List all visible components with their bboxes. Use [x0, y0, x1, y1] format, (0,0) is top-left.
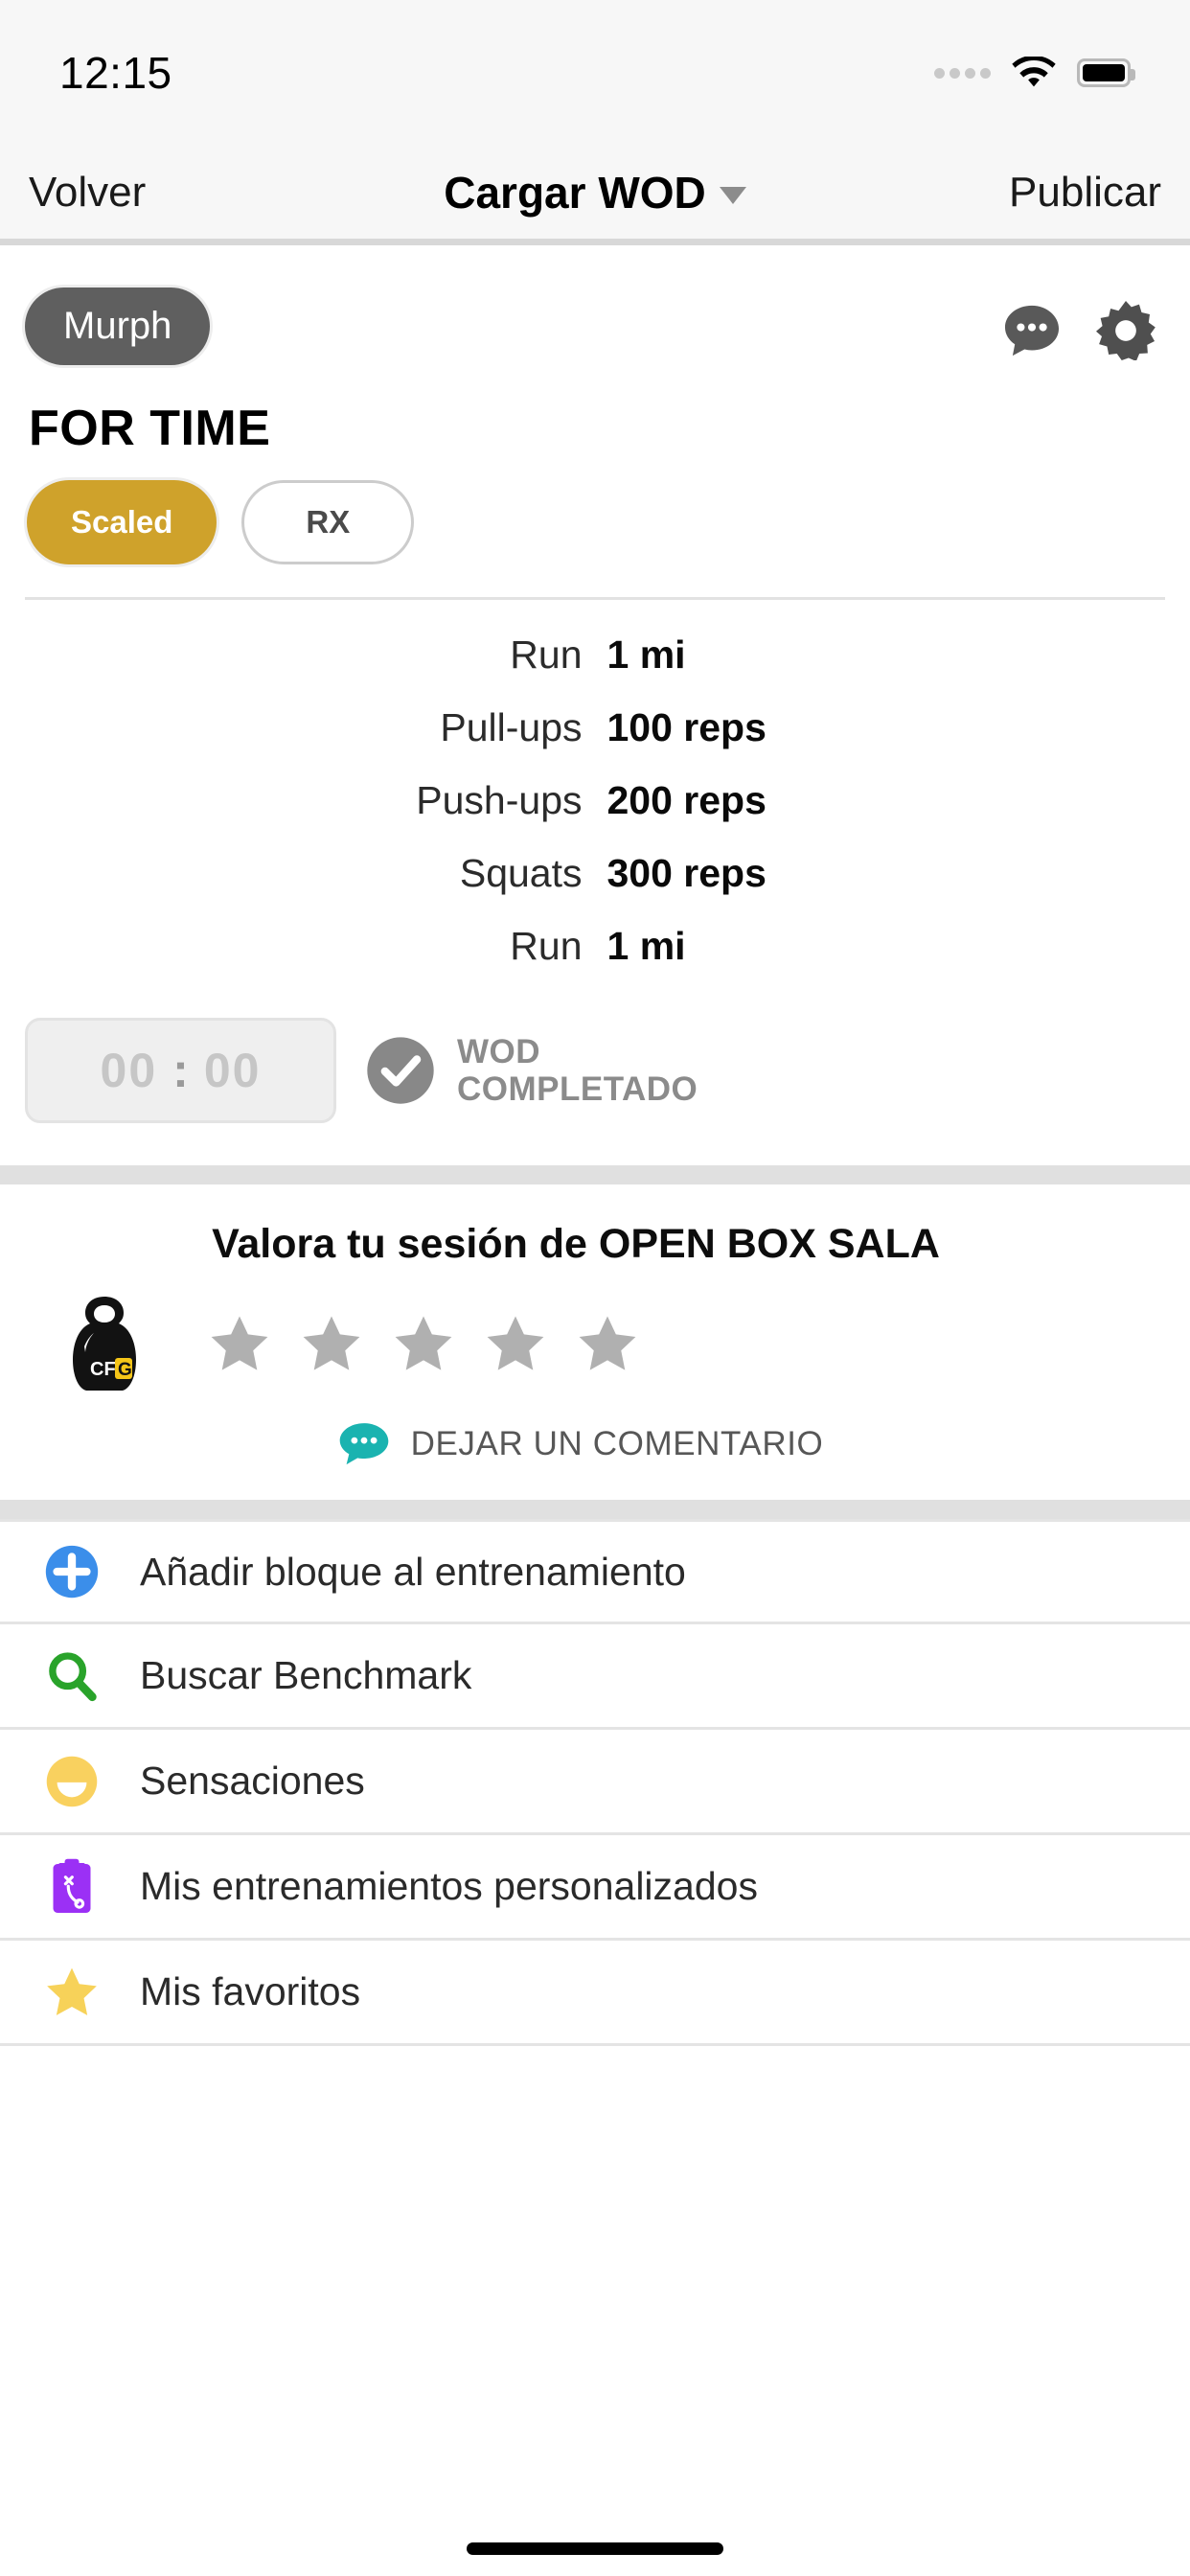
back-button[interactable]: Volver: [29, 169, 146, 217]
wod-header-row: Murph: [25, 245, 1165, 365]
action-item-sensations[interactable]: Sensaciones: [0, 1730, 1190, 1835]
rating-body: CF G: [25, 1291, 1165, 1396]
star-icon: [42, 1963, 102, 2022]
movement-list: Run 1 mi Pull-ups 100 reps Push-ups 200 …: [25, 600, 1165, 1006]
status-time: 12:15: [59, 48, 172, 98]
movement-value: 200 reps: [606, 778, 767, 822]
movement-row[interactable]: Push-ups 200 reps: [25, 778, 1165, 823]
wod-completed-toggle[interactable]: WOD COMPLETADO: [365, 1033, 698, 1108]
action-item-label: Sensaciones: [140, 1759, 365, 1803]
star-icon[interactable]: [573, 1309, 642, 1378]
star-icon[interactable]: [389, 1309, 458, 1378]
timer-separator: :: [172, 1044, 189, 1097]
publish-button[interactable]: Publicar: [1009, 169, 1161, 217]
wod-type-title: FOR TIME: [29, 401, 271, 456]
wod-completed-label: WOD COMPLETADO: [457, 1033, 698, 1108]
plus-circle-icon: [42, 1542, 102, 1601]
star-rating[interactable]: [205, 1309, 642, 1378]
logo-text-left: CF: [90, 1359, 116, 1380]
movement-name: Run: [510, 632, 583, 677]
action-item-custom-workouts[interactable]: Mis entrenamientos personalizados: [0, 1835, 1190, 1941]
timer-minutes: 00: [100, 1044, 158, 1097]
battery-full-icon: [1077, 58, 1135, 87]
wod-completed-line2: COMPLETADO: [457, 1070, 698, 1108]
section-gap: [0, 1165, 1190, 1184]
navigation-bar: Volver Cargar WOD Publicar: [0, 146, 1190, 245]
comment-dots-icon[interactable]: [1002, 303, 1062, 358]
action-item-label: Buscar Benchmark: [140, 1653, 472, 1697]
app-screen: 12:15 Volver Cargar WOD Publicar Murph F…: [0, 0, 1190, 2576]
action-list: Añadir bloque al entrenamiento Buscar Be…: [0, 1519, 1190, 2046]
clipboard-playbook-icon: [42, 1857, 102, 1917]
status-indicators: [934, 57, 1135, 89]
movement-value: 1 mi: [606, 632, 686, 677]
page-title[interactable]: Cargar WOD: [444, 167, 705, 218]
wod-completed-line1: WOD: [457, 1032, 541, 1070]
wod-card: Murph FOR TIME Scaled RX Run 1 mi Pull-u…: [0, 245, 1190, 1165]
gear-icon[interactable]: [1096, 301, 1156, 360]
search-icon: [42, 1646, 102, 1706]
scale-toggle-group: Scaled RX: [27, 480, 1165, 564]
kettlebell-cfg-logo: CF G: [73, 1297, 136, 1391]
movement-name: Push-ups: [416, 778, 583, 822]
movement-row[interactable]: Pull-ups 100 reps: [25, 705, 1165, 750]
action-item-add-block[interactable]: Añadir bloque al entrenamiento: [0, 1519, 1190, 1624]
comment-bubble-icon: [339, 1423, 388, 1465]
timer-seconds: 00: [203, 1044, 262, 1097]
movement-name: Squats: [459, 851, 583, 895]
section-gap: [0, 1500, 1190, 1519]
movement-row[interactable]: Run 1 mi: [25, 632, 1165, 678]
check-circle-icon: [367, 1037, 434, 1104]
movement-value: 1 mi: [606, 924, 686, 968]
home-indicator: [467, 2542, 723, 2555]
wifi-icon: [1012, 57, 1056, 87]
leave-comment-button[interactable]: DEJAR UN COMENTARIO: [25, 1421, 1165, 1467]
rating-title: Valora tu sesión de OPEN BOX SALA: [212, 1221, 940, 1267]
action-item-label: Añadir bloque al entrenamiento: [140, 1549, 686, 1594]
movement-value: 100 reps: [606, 705, 767, 749]
status-bar: 12:15: [0, 0, 1190, 146]
logo-text-right: G: [118, 1360, 132, 1380]
star-icon[interactable]: [481, 1309, 550, 1378]
star-icon[interactable]: [205, 1309, 274, 1378]
movement-value: 300 reps: [606, 851, 767, 895]
action-item-favorites[interactable]: Mis favoritos: [0, 1941, 1190, 2046]
movement-row[interactable]: Run 1 mi: [25, 924, 1165, 969]
action-item-label: Mis favoritos: [140, 1969, 361, 2013]
star-icon[interactable]: [297, 1309, 366, 1378]
time-input[interactable]: 00 : 00: [25, 1018, 336, 1123]
session-rating-section: Valora tu sesión de OPEN BOX SALA CF G D…: [0, 1184, 1190, 1500]
movement-name: Pull-ups: [440, 705, 583, 749]
signal-dots-icon: [934, 67, 991, 79]
wod-name-chip[interactable]: Murph: [25, 288, 211, 365]
movement-row[interactable]: Squats 300 reps: [25, 851, 1165, 896]
movement-name: Run: [510, 924, 583, 968]
action-item-label: Mis entrenamientos personalizados: [140, 1864, 758, 1908]
scale-option-rx[interactable]: RX: [241, 480, 415, 564]
chevron-down-icon[interactable]: [719, 186, 746, 204]
action-item-search-benchmark[interactable]: Buscar Benchmark: [0, 1624, 1190, 1730]
scale-option-scaled[interactable]: Scaled: [27, 480, 217, 564]
result-row: 00 : 00 WOD COMPLETADO: [25, 1006, 1165, 1165]
leave-comment-label: DEJAR UN COMENTARIO: [410, 1425, 824, 1462]
wod-header-actions: [1002, 288, 1165, 360]
smiley-icon: [42, 1752, 102, 1811]
